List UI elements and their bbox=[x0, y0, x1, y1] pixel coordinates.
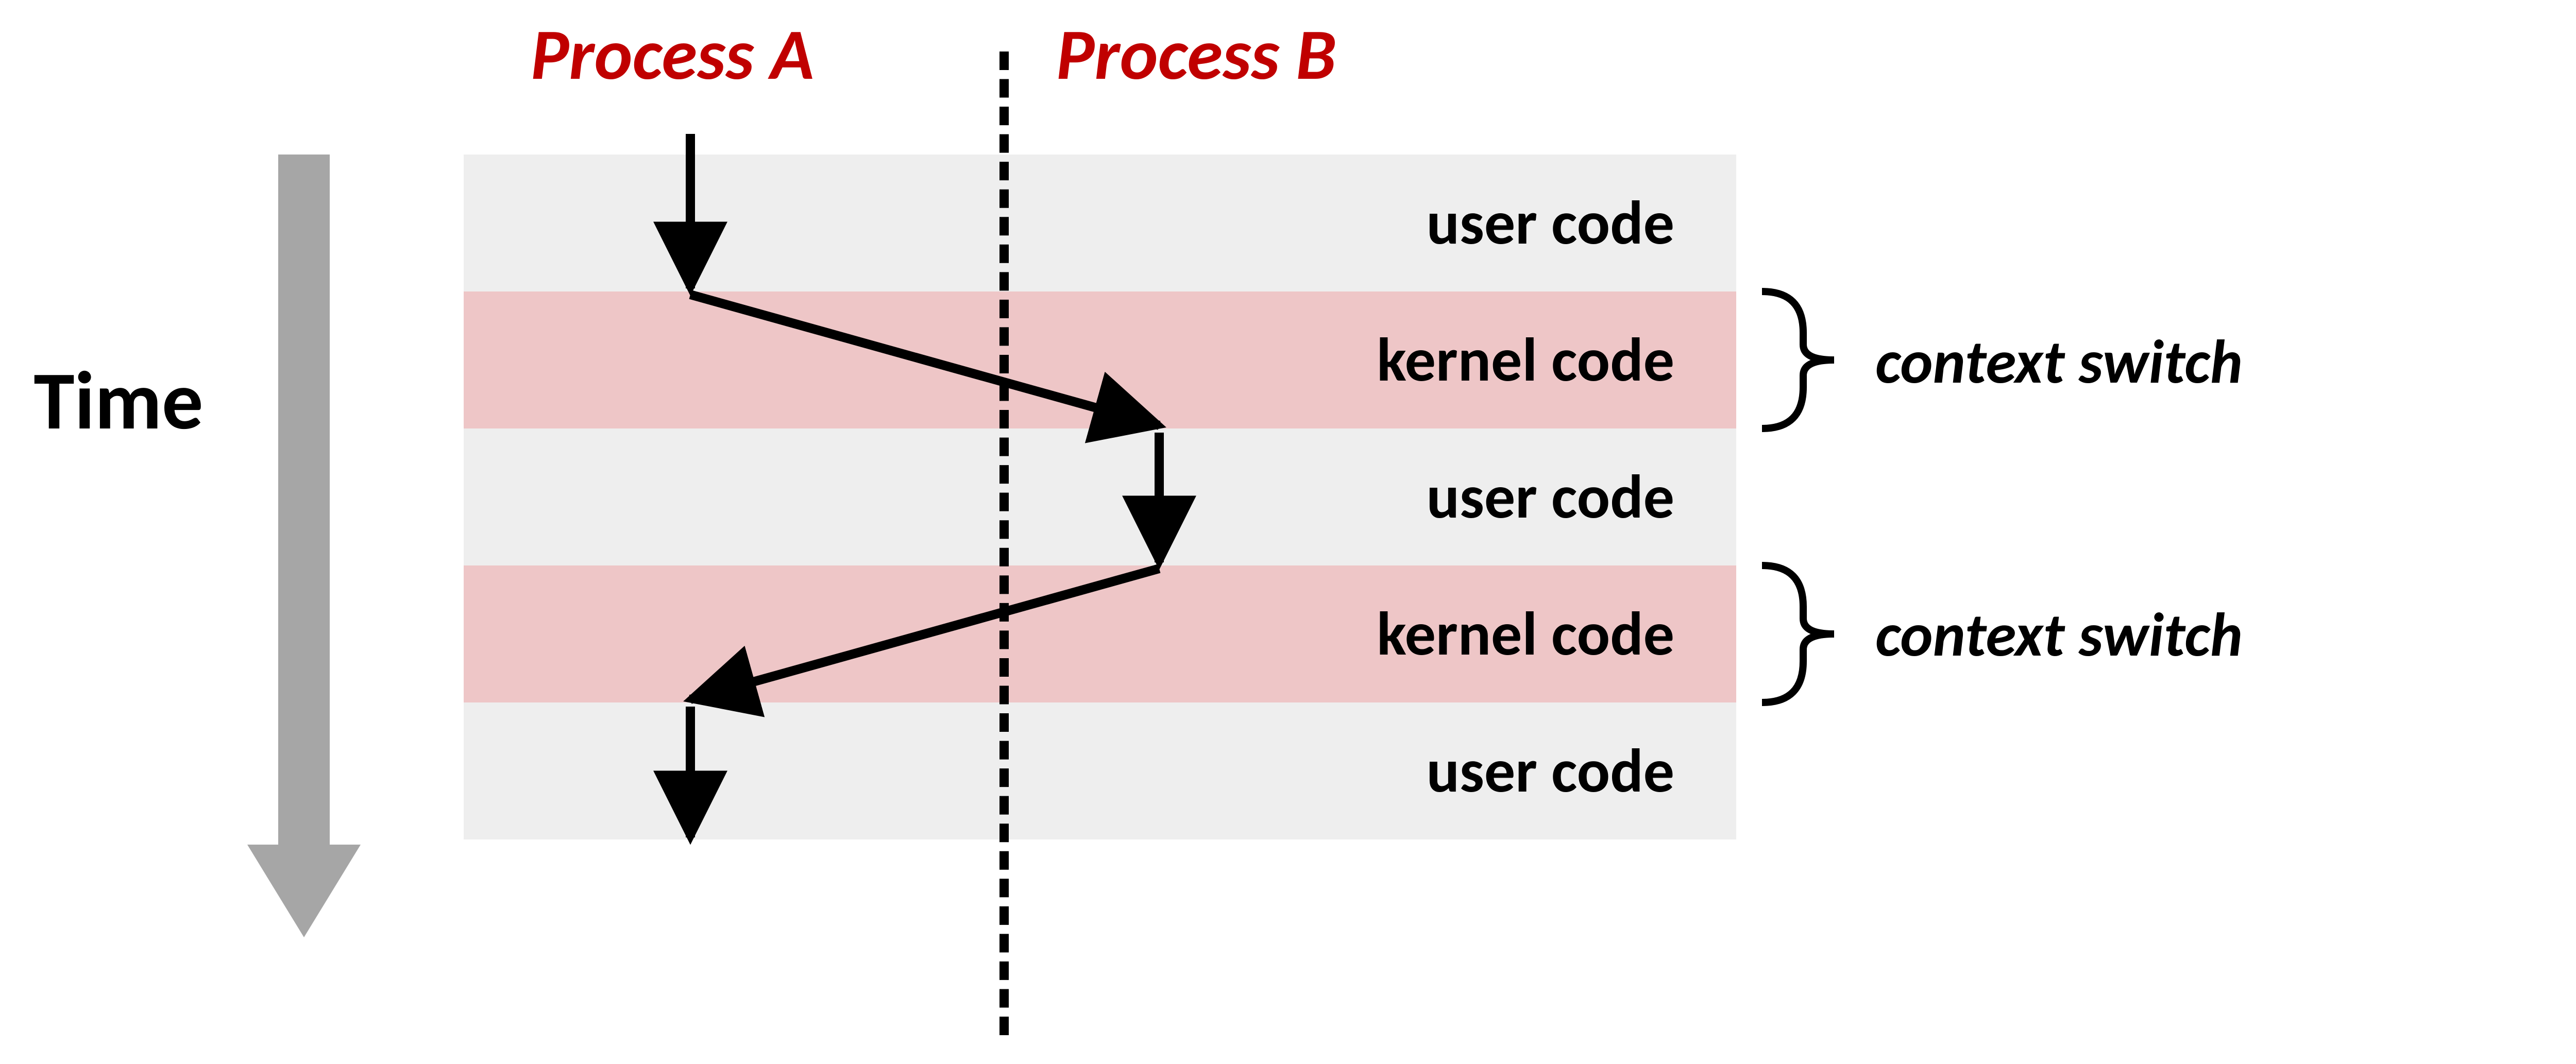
band-label: user code bbox=[1427, 459, 1674, 535]
band-user-2: user code bbox=[464, 428, 1736, 565]
band-user-3: user code bbox=[464, 702, 1736, 839]
brace-icon-2 bbox=[1762, 565, 1834, 702]
band-user-1: user code bbox=[464, 155, 1736, 291]
time-arrow-icon bbox=[247, 155, 361, 937]
process-b-header: Process B bbox=[1056, 10, 1336, 98]
context-switch-label-1: context switch bbox=[1875, 324, 2243, 400]
band-label: user code bbox=[1427, 185, 1674, 261]
band-kernel-1: kernel code bbox=[464, 291, 1736, 428]
band-kernel-2: kernel code bbox=[464, 565, 1736, 702]
context-switch-label-2: context switch bbox=[1875, 597, 2243, 673]
execution-bands: user code kernel code user code kernel c… bbox=[464, 155, 1736, 839]
process-a-header: Process A bbox=[531, 10, 814, 98]
band-label: kernel code bbox=[1377, 322, 1674, 398]
diagram-canvas: Time Process A Process B user code kerne… bbox=[0, 0, 2576, 1064]
process-divider-line bbox=[999, 52, 1009, 1035]
band-label: user code bbox=[1427, 733, 1674, 809]
time-axis-label: Time bbox=[0, 350, 237, 451]
band-label: kernel code bbox=[1377, 596, 1674, 672]
brace-icon-1 bbox=[1762, 291, 1834, 428]
